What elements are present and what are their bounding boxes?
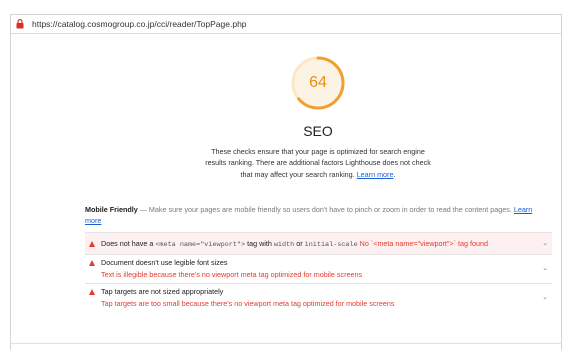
chevron-down-icon[interactable]: ⌄ <box>542 239 548 247</box>
group-description: Make sure your pages are mobile friendly… <box>148 205 512 214</box>
audit-title: Tap targets are not sized appropriately <box>101 287 224 296</box>
audit-title: Does not have a <meta name="viewport"> t… <box>101 239 489 249</box>
address-bar[interactable]: https://catalog.cosmogroup.co.jp/cci/rea… <box>11 15 561 34</box>
category-title: SEO <box>303 123 333 139</box>
score-gauge: 64 <box>289 54 347 112</box>
group-header: Mobile Friendly — Make sure your pages a… <box>85 205 533 225</box>
score-value: 64 <box>309 74 327 91</box>
chevron-down-icon[interactable]: ⌄ <box>542 293 548 301</box>
category-description-text: These checks ensure that your page is op… <box>205 147 431 179</box>
url-text[interactable]: https://catalog.cosmogroup.co.jp/cci/rea… <box>32 19 247 29</box>
group-title: Mobile Friendly <box>85 205 138 214</box>
fail-triangle-icon <box>89 241 95 247</box>
divider <box>10 343 562 344</box>
audit-tap-targets[interactable]: Tap targets are not sized appropriately … <box>85 283 552 312</box>
audit-title: Document doesn't use legible font sizes <box>101 258 228 267</box>
fail-triangle-icon <box>89 260 95 266</box>
audit-font-size[interactable]: Document doesn't use legible font sizes … <box>85 254 552 283</box>
category-description: These checks ensure that your page is op… <box>205 147 431 179</box>
fail-triangle-icon <box>89 289 95 295</box>
audit-subtitle: Text is illegible because there's no vie… <box>101 270 363 279</box>
audit-subtitle: Tap targets are too small because there'… <box>101 299 395 308</box>
lock-icon <box>14 18 26 30</box>
learn-more-link[interactable]: Learn more <box>357 170 394 179</box>
audit-viewport[interactable]: Does not have a <meta name="viewport"> t… <box>85 232 552 254</box>
chevron-down-icon[interactable]: ⌄ <box>542 264 548 272</box>
audit-list: Does not have a <meta name="viewport"> t… <box>85 232 552 312</box>
